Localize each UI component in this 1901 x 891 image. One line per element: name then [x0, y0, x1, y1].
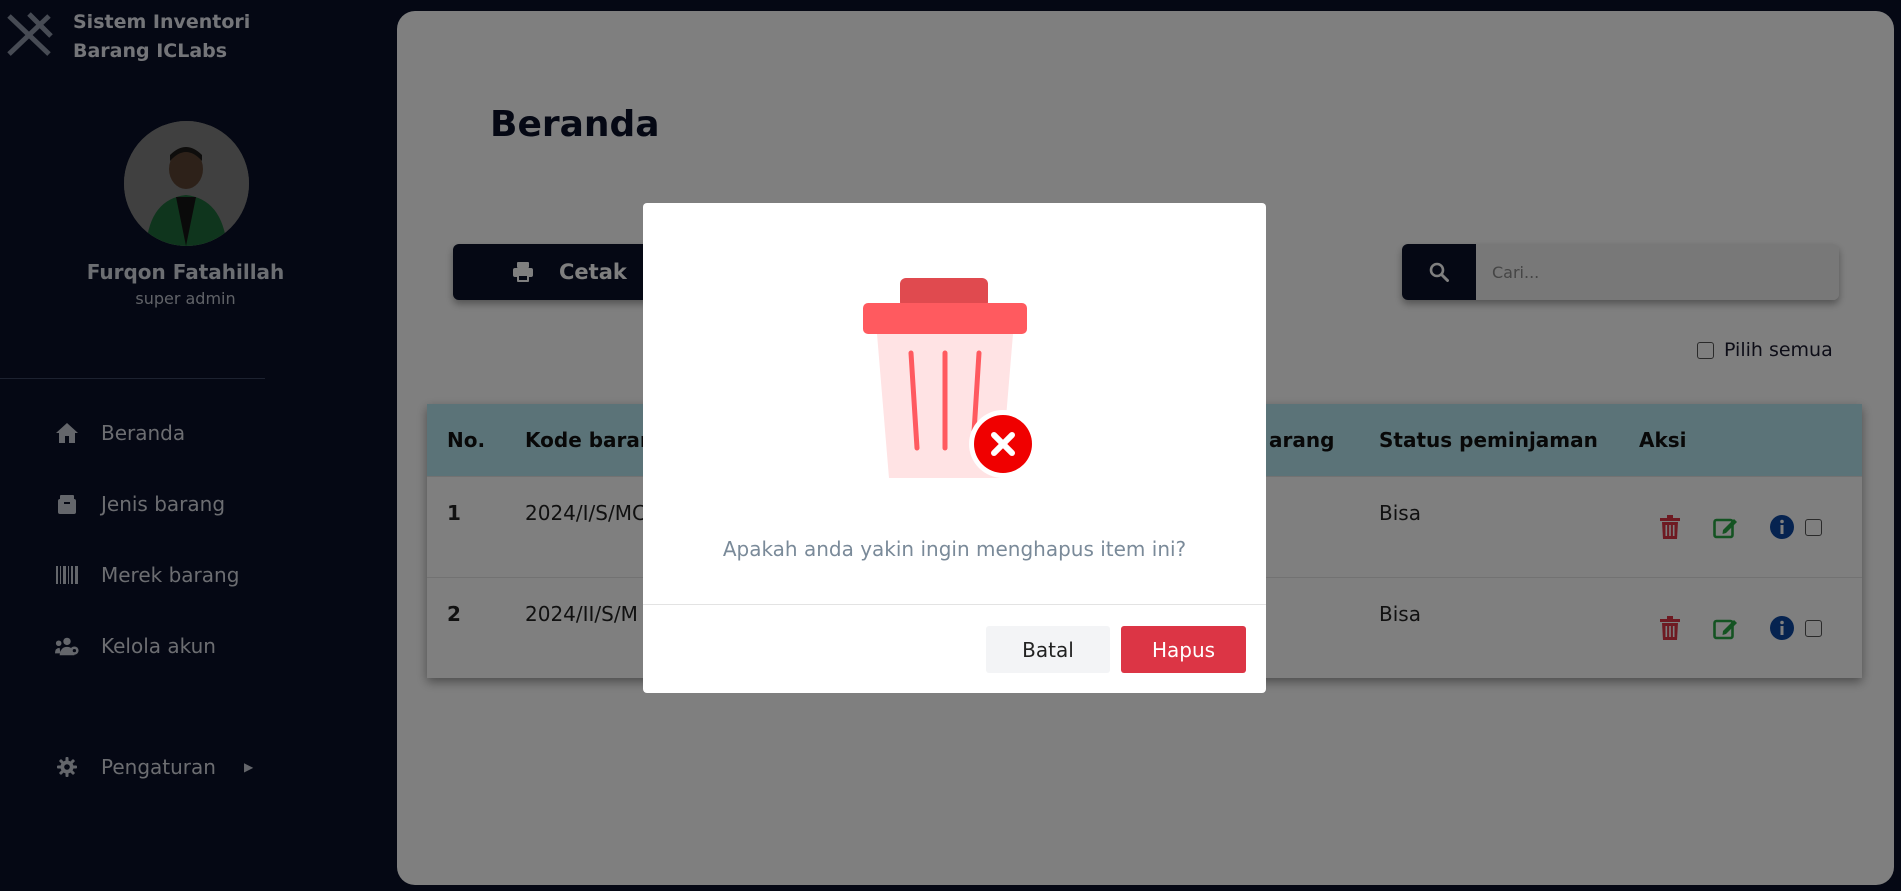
cancel-button[interactable]: Batal	[986, 626, 1110, 673]
trash-delete-illustration-icon	[863, 278, 1037, 478]
dialog-message: Apakah anda yakin ingin menghapus item i…	[722, 537, 1187, 561]
confirm-delete-button[interactable]: Hapus	[1121, 626, 1246, 673]
dialog-divider	[643, 604, 1266, 605]
delete-confirm-dialog: Apakah anda yakin ingin menghapus item i…	[643, 203, 1266, 693]
